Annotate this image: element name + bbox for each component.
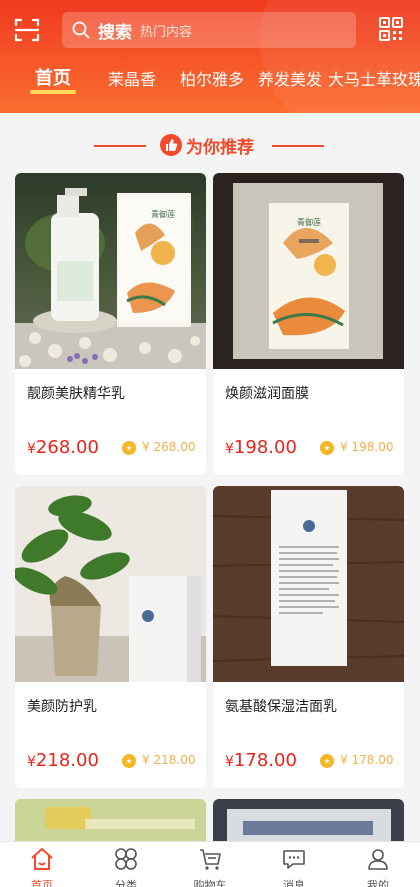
nav-cart[interactable]: 购物车 — [168, 846, 252, 887]
points-coin-icon — [122, 754, 136, 768]
product-name[interactable]: 靓颜美肤精华乳 — [27, 383, 125, 403]
points-coin-icon — [320, 754, 334, 768]
points-price: ¥ 178.00 — [340, 753, 393, 767]
currency-symbol: ¥ — [142, 440, 150, 454]
points-price: ¥ 268.00 — [142, 440, 195, 454]
product-price: ¥178.00 — [225, 750, 297, 771]
points-value: 198.00 — [351, 440, 394, 454]
points-coin-icon — [122, 441, 136, 455]
points-value: 268.00 — [153, 440, 196, 454]
active-tab-indicator — [30, 90, 76, 94]
nav-category[interactable]: 分类 — [84, 846, 168, 887]
product-name[interactable]: 焕颜滋润面膜 — [225, 383, 309, 403]
nav-message[interactable]: 消息 — [252, 846, 336, 887]
currency-symbol: ¥ — [27, 441, 36, 457]
currency-symbol: ¥ — [225, 754, 234, 770]
price-value: 178.00 — [233, 750, 297, 771]
price-value: 198.00 — [233, 437, 297, 458]
product-card[interactable]: 氨基酸保湿洁面乳 ¥178.00 ¥ 178.00 — [213, 486, 404, 788]
nav-label: 购物车 — [193, 879, 227, 887]
currency-symbol: ¥ — [340, 753, 348, 767]
product-image: 青御莲 — [213, 173, 404, 369]
app-header: 搜索 热门内容 首页 茉晶香 柏尔雅多 养发美发 大马士革玫瑰 — [0, 0, 420, 113]
product-image — [15, 486, 206, 682]
scan-icon[interactable] — [14, 17, 40, 43]
points-coin-icon — [320, 441, 334, 455]
box-brand-text: 青御莲 — [297, 217, 321, 227]
product-price: ¥268.00 — [27, 437, 99, 458]
points-price: ¥ 198.00 — [340, 440, 393, 454]
search-placeholder: 热门内容 — [140, 24, 193, 40]
tab-damask-rose[interactable]: 大马士革玫瑰 — [328, 66, 420, 90]
currency-symbol: ¥ — [225, 441, 234, 457]
thumbs-up-icon — [160, 134, 182, 156]
nav-label: 我的 — [367, 879, 389, 887]
recommend-heading: 为你推荐 — [0, 130, 420, 160]
product-image: 青御莲 — [15, 173, 206, 369]
search-icon — [72, 21, 90, 39]
product-card[interactable]: 青御莲 焕颜滋润面膜 ¥198.00 ¥ 198.00 — [213, 173, 404, 475]
box-brand-text: 青御莲 — [151, 209, 175, 219]
category-icon — [115, 848, 137, 870]
product-name[interactable]: 美颜防护乳 — [27, 696, 97, 716]
search-label: 搜索 — [98, 22, 132, 43]
bottom-navigation: 首页 分类 购物车 消息 我的 — [0, 841, 420, 887]
divider-right — [272, 145, 324, 147]
qr-code-icon[interactable] — [378, 16, 404, 42]
currency-symbol: ¥ — [340, 440, 348, 454]
price-value: 218.00 — [35, 750, 99, 771]
nav-label: 分类 — [115, 879, 137, 887]
product-card[interactable]: 美颜防护乳 ¥218.00 ¥ 218.00 — [15, 486, 206, 788]
cart-icon — [200, 849, 221, 870]
product-name[interactable]: 氨基酸保湿洁面乳 — [225, 696, 337, 716]
category-tabs: 首页 茉晶香 柏尔雅多 养发美发 大马士革玫瑰 — [0, 60, 420, 100]
nav-home[interactable]: 首页 — [0, 846, 84, 887]
message-icon — [283, 850, 305, 869]
price-value: 268.00 — [35, 437, 99, 458]
tab-hair-care[interactable]: 养发美发 — [258, 66, 322, 90]
search-input[interactable]: 搜索 热门内容 — [62, 12, 356, 48]
divider-left — [94, 145, 146, 147]
profile-icon — [368, 849, 388, 870]
tab-home[interactable]: 首页 — [35, 64, 71, 90]
tab-molijingxiang[interactable]: 茉晶香 — [108, 66, 156, 90]
product-image — [213, 486, 404, 682]
home-icon — [31, 848, 53, 870]
points-value: 178.00 — [351, 753, 394, 767]
product-price: ¥218.00 — [27, 750, 99, 771]
nav-label: 消息 — [283, 879, 305, 887]
section-title: 为你推荐 — [186, 138, 254, 158]
currency-symbol: ¥ — [142, 753, 150, 767]
nav-label: 首页 — [31, 879, 53, 887]
points-price: ¥ 218.00 — [142, 753, 195, 767]
nav-profile[interactable]: 我的 — [336, 846, 420, 887]
points-value: 218.00 — [153, 753, 196, 767]
product-card[interactable]: 青御莲 靓颜美肤精华乳 ¥268.00 ¥ 268.00 — [15, 173, 206, 475]
currency-symbol: ¥ — [27, 754, 36, 770]
tab-boeryaduo[interactable]: 柏尔雅多 — [180, 66, 244, 90]
product-price: ¥198.00 — [225, 437, 297, 458]
